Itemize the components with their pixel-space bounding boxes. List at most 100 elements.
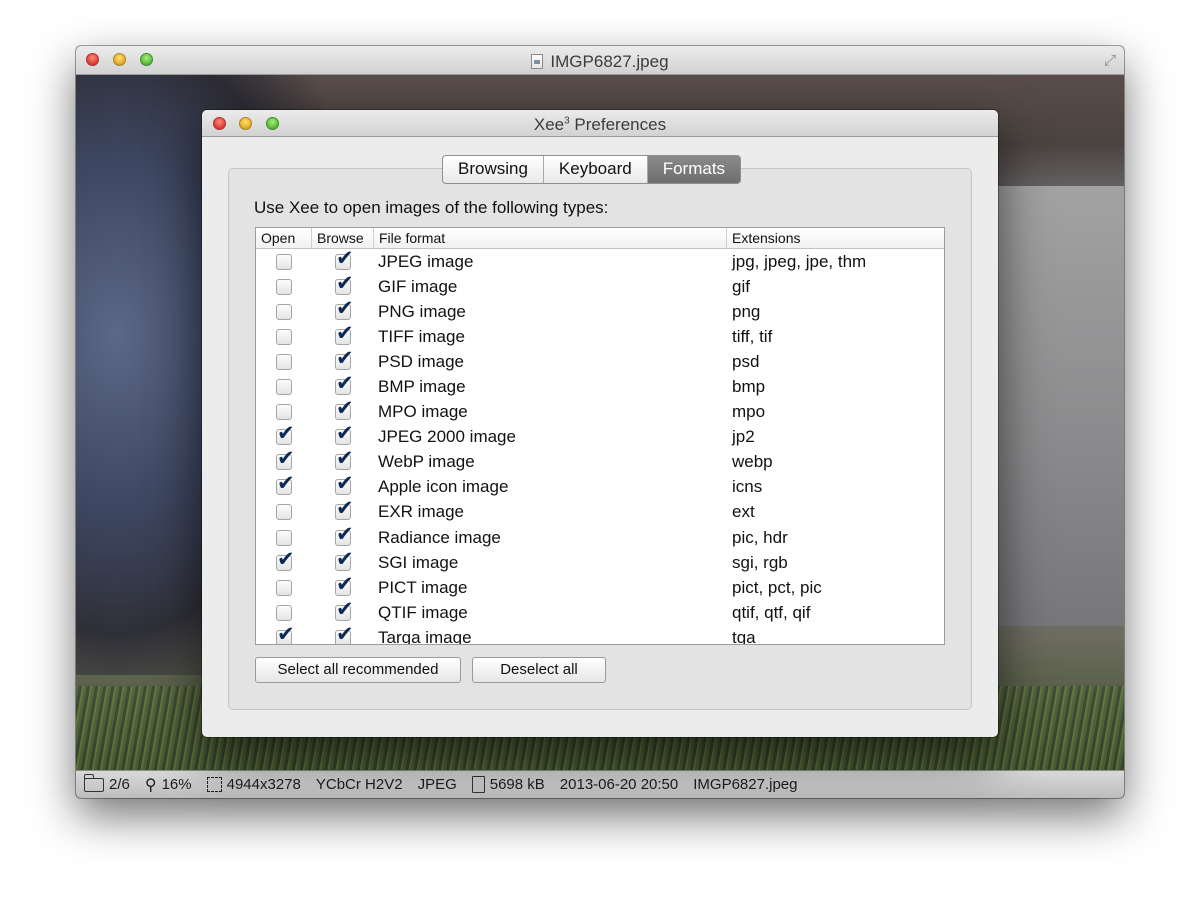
open-cell — [256, 423, 312, 446]
open-checkbox[interactable] — [276, 529, 292, 546]
extensions-cell: icns — [732, 477, 763, 497]
preferences-window: Xee3 Preferences Browsing Keyboard Forma… — [202, 110, 998, 737]
open-checkbox[interactable] — [276, 303, 292, 320]
file-format-cell: TIFF image — [378, 326, 465, 346]
extensions-cell: webp — [732, 452, 773, 472]
open-checkbox[interactable] — [276, 253, 292, 270]
status-date: 2013-06-20 20:50 — [559, 776, 679, 793]
browse-checkbox[interactable] — [335, 524, 354, 546]
document-icon[interactable] — [531, 54, 544, 69]
file-format-cell: PICT image — [378, 577, 468, 597]
table-row[interactable]: PICT image pict, pct, pic — [256, 574, 944, 600]
open-checkbox[interactable] — [276, 624, 295, 644]
preferences-titlebar[interactable]: Xee3 Preferences — [202, 110, 998, 137]
preferences-title: Xee3 Preferences — [533, 115, 667, 134]
browse-checkbox[interactable] — [335, 599, 354, 621]
magnifier-icon: ⚲ — [144, 776, 157, 794]
open-checkbox[interactable] — [276, 579, 292, 596]
browse-checkbox[interactable] — [335, 549, 354, 571]
file-format-cell: PNG image — [378, 301, 466, 321]
status-file-size: 5698 kB — [471, 776, 545, 793]
open-checkbox[interactable] — [276, 604, 292, 621]
browse-checkbox[interactable] — [335, 624, 354, 644]
extensions-cell: mpo — [732, 402, 766, 422]
browse-checkbox[interactable] — [335, 373, 354, 396]
column-header-browse[interactable]: Browse — [312, 228, 374, 248]
open-cell — [256, 303, 312, 320]
browse-checkbox[interactable] — [335, 423, 354, 446]
browse-checkbox[interactable] — [335, 348, 354, 370]
browse-cell — [312, 323, 374, 345]
table-row[interactable]: EXR image ext — [256, 498, 944, 525]
table-row[interactable]: Radiance image pic, hdr — [256, 524, 944, 550]
table-row[interactable]: TIFF image tiff, tif — [256, 323, 944, 349]
table-row[interactable]: SGI image sgi, rgb — [256, 549, 944, 575]
open-checkbox[interactable] — [276, 423, 295, 446]
table-row[interactable]: QTIF image qtif, qtf, qif — [256, 599, 944, 625]
status-file-type: JPEG — [417, 776, 457, 793]
browse-cell — [312, 624, 374, 644]
table-row[interactable]: MPO image mpo — [256, 398, 944, 425]
browse-cell — [312, 498, 374, 521]
table-row[interactable]: Apple icon image icns — [256, 473, 944, 500]
browse-checkbox[interactable] — [335, 273, 354, 295]
fullscreen-icon[interactable]: ⤢ — [1104, 52, 1116, 69]
table-row[interactable]: PNG image png — [256, 298, 944, 324]
browse-checkbox[interactable] — [335, 448, 354, 471]
open-checkbox[interactable] — [276, 328, 292, 345]
table-row[interactable]: WebP image webp — [256, 448, 944, 475]
open-cell — [256, 253, 312, 270]
viewer-titlebar[interactable]: IMGP6827.jpeg ⤢ — [76, 46, 1124, 75]
browse-checkbox[interactable] — [335, 574, 354, 596]
open-checkbox[interactable] — [276, 379, 292, 396]
extensions-cell: pic, hdr — [732, 527, 788, 547]
tab-browsing[interactable]: Browsing — [443, 156, 544, 183]
extensions-cell: ext — [732, 502, 755, 522]
status-position: 2/6 — [83, 773, 130, 793]
open-checkbox[interactable] — [276, 549, 295, 571]
column-header-extensions[interactable]: Extensions — [727, 228, 944, 248]
browse-checkbox[interactable] — [335, 398, 354, 421]
deselect-all-button[interactable]: Deselect all — [472, 657, 606, 683]
open-checkbox[interactable] — [276, 448, 295, 471]
browse-checkbox[interactable] — [335, 498, 354, 521]
browse-cell — [312, 423, 374, 446]
column-header-file-format[interactable]: File format — [374, 228, 727, 248]
table-row[interactable]: GIF image gif — [256, 273, 944, 299]
file-format-cell: EXR image — [378, 502, 464, 522]
browse-checkbox[interactable] — [335, 323, 354, 345]
tab-keyboard[interactable]: Keyboard — [544, 156, 648, 183]
file-format-cell: PSD image — [378, 351, 464, 371]
open-checkbox[interactable] — [276, 473, 295, 496]
photo-stone-ledge — [984, 186, 1124, 626]
table-row[interactable]: PSD image psd — [256, 348, 944, 374]
tab-formats[interactable]: Formats — [647, 156, 741, 183]
formats-intro-text: Use Xee to open images of the following … — [254, 198, 609, 217]
table-row[interactable]: Targa image tga — [256, 624, 944, 644]
extensions-cell: jp2 — [732, 427, 755, 447]
open-checkbox[interactable] — [276, 278, 292, 295]
browse-cell — [312, 524, 374, 546]
table-row[interactable]: JPEG 2000 image jp2 — [256, 423, 944, 450]
formats-table-body: JPEG image jpg, jpeg, jpe, thm GIF image gi… — [256, 248, 944, 644]
browse-cell — [312, 398, 374, 421]
extensions-cell: bmp — [732, 377, 766, 397]
select-all-recommended-button[interactable]: Select all recommended — [255, 657, 461, 683]
open-cell — [256, 504, 312, 521]
status-color-format: YCbCr H2V2 — [315, 776, 403, 793]
open-checkbox[interactable] — [276, 353, 292, 370]
browse-checkbox[interactable] — [335, 298, 354, 320]
browse-checkbox[interactable] — [335, 473, 354, 496]
window-title: IMGP6827.jpeg — [76, 52, 1124, 72]
browse-cell — [312, 448, 374, 471]
browse-checkbox[interactable] — [335, 248, 354, 270]
file-format-cell: QTIF image — [378, 602, 468, 622]
formats-table[interactable]: Open Browse File format Extensions JPEG … — [255, 227, 945, 645]
column-header-open[interactable]: Open — [256, 228, 312, 248]
open-cell — [256, 448, 312, 471]
open-checkbox[interactable] — [276, 504, 292, 521]
table-row[interactable]: JPEG image jpg, jpeg, jpe, thm — [256, 248, 944, 274]
open-checkbox[interactable] — [276, 404, 292, 421]
table-row[interactable]: BMP image bmp — [256, 373, 944, 399]
status-zoom: ⚲ 16% — [144, 776, 192, 794]
